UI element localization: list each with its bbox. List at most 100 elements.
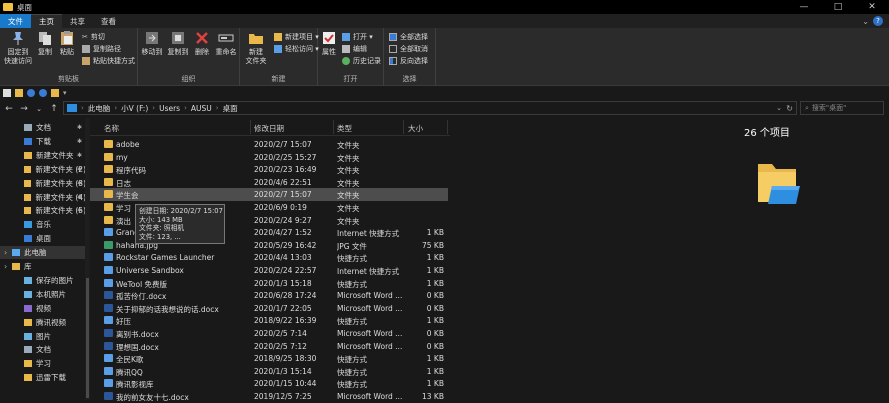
properties-button[interactable]: 属性: [320, 30, 338, 57]
sidebar-item[interactable]: 新建文件夹 (4) ✱: [0, 191, 86, 204]
file-row[interactable]: Universe Sandbox 2020/2/24 22:57 Internet …: [90, 264, 448, 277]
breadcrumb-item[interactable]: AUSU: [191, 104, 212, 113]
invert-selection-icon: [389, 57, 397, 65]
sidebar-item[interactable]: 视频: [0, 302, 86, 315]
tab-share[interactable]: 共享: [62, 14, 93, 28]
sidebar-item[interactable]: 新建文件夹 (3) ✱: [0, 177, 86, 190]
file-date: 2018/9/22 16:39: [254, 316, 317, 326]
tab-view[interactable]: 查看: [93, 14, 124, 28]
help-icon[interactable]: ?: [873, 16, 883, 26]
column-size[interactable]: 大小: [408, 123, 423, 134]
file-row[interactable]: 理想国.docx 2020/2/5 7:12 Microsoft Word ... 0…: [90, 340, 448, 353]
cut-button[interactable]: ✂ 剪切: [82, 32, 105, 42]
new-item-button[interactable]: 新建项目 ▾: [274, 32, 319, 42]
maximize-button[interactable]: □: [821, 0, 855, 14]
copy-to-icon: [172, 32, 184, 44]
sidebar-item[interactable]: 桌面: [0, 232, 86, 245]
breadcrumb-item[interactable]: Users: [159, 104, 180, 113]
tab-home[interactable]: 主页: [31, 14, 62, 28]
sidebar-item[interactable]: 新建文件夹 (5) ✱: [0, 204, 86, 217]
address-bar[interactable]: › 此电脑 › 小V (F:) › Users › AUSU › 桌面 ⌄ ↻: [63, 101, 797, 115]
file-row[interactable]: 学生会 2020/2/7 15:07 文件夹: [90, 188, 448, 201]
select-none-button[interactable]: 全部取消: [389, 44, 428, 54]
file-row[interactable]: 全民K歌 2018/9/25 18:30 快捷方式 1 KB: [90, 352, 448, 365]
collapse-ribbon-icon[interactable]: ⌄: [862, 17, 869, 26]
tab-file[interactable]: 文件: [0, 14, 31, 28]
file-row[interactable]: 日志 2020/4/6 22:51 文件夹: [90, 176, 448, 189]
sidebar-item[interactable]: 新建文件夹 (2) ✱: [0, 163, 86, 176]
copy-path-button[interactable]: 复制路径: [82, 44, 121, 54]
select-all-button[interactable]: 全部选择: [389, 32, 428, 42]
recent-locations-icon[interactable]: ⌄: [33, 103, 45, 115]
back-arrow-icon[interactable]: ←: [3, 103, 15, 115]
sidebar-item[interactable]: 文档: [0, 343, 86, 356]
column-type[interactable]: 类型: [337, 123, 352, 134]
invert-selection-button[interactable]: 反向选择: [389, 56, 428, 66]
file-row[interactable]: 程序代码 2020/2/23 16:49 文件夹: [90, 163, 448, 176]
sidebar-item[interactable]: 音乐: [0, 218, 86, 231]
sidebar-item[interactable]: 本机照片: [0, 288, 86, 301]
file-row[interactable]: Rockstar Games Launcher 2020/4/4 13:03 快捷方…: [90, 251, 448, 264]
search-input[interactable]: ⌕ 搜索"桌面": [800, 101, 884, 115]
chevron-right-icon[interactable]: ›: [4, 262, 7, 271]
edit-button[interactable]: 编辑: [342, 44, 367, 54]
open-button[interactable]: 打开 ▾: [342, 32, 373, 42]
folder-icon: [24, 179, 32, 187]
forward-arrow-icon[interactable]: →: [18, 103, 30, 115]
file-row[interactable]: 好压 2018/9/22 16:39 快捷方式 1 KB: [90, 314, 448, 327]
column-date[interactable]: 修改日期: [254, 123, 284, 134]
pictures-icon: [24, 290, 32, 298]
new-folder-icon[interactable]: [15, 88, 23, 97]
redo-icon[interactable]: [39, 88, 47, 97]
delete-button[interactable]: 删除: [192, 30, 212, 57]
undo-icon[interactable]: [27, 88, 35, 97]
sidebar-item[interactable]: 新建文件夹 ✱: [0, 149, 86, 162]
history-button[interactable]: 历史记录: [342, 56, 381, 66]
desktop-icon: [24, 235, 32, 243]
copy-button[interactable]: 复制: [35, 30, 55, 57]
sidebar-item[interactable]: 下载 ✱: [0, 135, 86, 148]
folder-icon[interactable]: [51, 88, 59, 97]
sidebar-item[interactable]: 图片: [0, 330, 86, 343]
sidebar-item[interactable]: 保存的图片: [0, 274, 86, 287]
move-to-button[interactable]: 移动到: [140, 30, 164, 57]
file-row[interactable]: 孤苦伶仃.docx 2020/6/28 17:24 Microsoft Word .…: [90, 289, 448, 302]
folder-icon: [24, 165, 32, 173]
new-folder-button[interactable]: 新建 文件夹: [242, 30, 270, 66]
properties-icon[interactable]: [3, 88, 11, 97]
file-row[interactable]: my 2020/2/25 15:27 文件夹: [90, 151, 448, 164]
file-row[interactable]: 离别书.docx 2020/2/5 7:14 Microsoft Word ... 0…: [90, 327, 448, 340]
sidebar-item[interactable]: 学习: [0, 357, 86, 370]
sidebar-item[interactable]: 腾讯视频: [0, 316, 86, 329]
sidebar-item[interactable]: 迅雷下载: [0, 371, 86, 384]
file-row[interactable]: 我的前女友十七.docx 2019/12/5 7:25 Microsoft Word…: [90, 390, 448, 403]
copy-to-button[interactable]: 复制到: [166, 30, 190, 57]
file-row[interactable]: 关于抑郁的话我想说的话.docx 2020/1/7 22:05 Microsoft …: [90, 302, 448, 315]
file-row[interactable]: adobe 2020/2/7 15:07 文件夹: [90, 138, 448, 151]
sidebar-item[interactable]: › 库: [0, 260, 86, 273]
file-row[interactable]: 腾讯影视库 2020/1/15 10:44 快捷方式 1 KB: [90, 377, 448, 390]
customize-icon[interactable]: ▾: [63, 89, 67, 97]
file-row[interactable]: WeTool 免费版 2020/1/3 15:18 快捷方式 1 KB: [90, 277, 448, 290]
up-arrow-icon[interactable]: ↑: [48, 103, 60, 115]
easy-access-button[interactable]: 轻松访问 ▾: [274, 44, 319, 54]
chevron-down-icon[interactable]: ⌄: [776, 104, 782, 112]
refresh-icon[interactable]: ↻: [786, 104, 793, 113]
column-name[interactable]: 名称: [104, 123, 119, 134]
sidebar-item[interactable]: 文档 ✱: [0, 121, 86, 134]
minimize-button[interactable]: —: [787, 0, 821, 14]
sidebar-item[interactable]: › 此电脑: [0, 246, 86, 260]
scrollbar-thumb[interactable]: [86, 278, 89, 398]
close-button[interactable]: ✕: [855, 0, 889, 14]
breadcrumb-item[interactable]: 桌面: [223, 103, 238, 114]
paste-shortcut-button[interactable]: 粘贴快捷方式: [82, 56, 135, 66]
file-date: 2020/2/25 15:27: [254, 152, 317, 162]
rename-button[interactable]: 重命名: [214, 30, 238, 57]
file-row[interactable]: 腾讯QQ 2020/1/3 15:14 快捷方式 1 KB: [90, 365, 448, 378]
paste-button[interactable]: 粘贴: [57, 30, 77, 57]
breadcrumb-item[interactable]: 小V (F:): [121, 103, 148, 114]
preview-pane: 26 个项目: [450, 118, 889, 400]
chevron-right-icon[interactable]: ›: [4, 248, 7, 257]
pin-quick-access-button[interactable]: 固定到 快速访问: [3, 30, 33, 66]
breadcrumb-item[interactable]: 此电脑: [88, 103, 111, 114]
